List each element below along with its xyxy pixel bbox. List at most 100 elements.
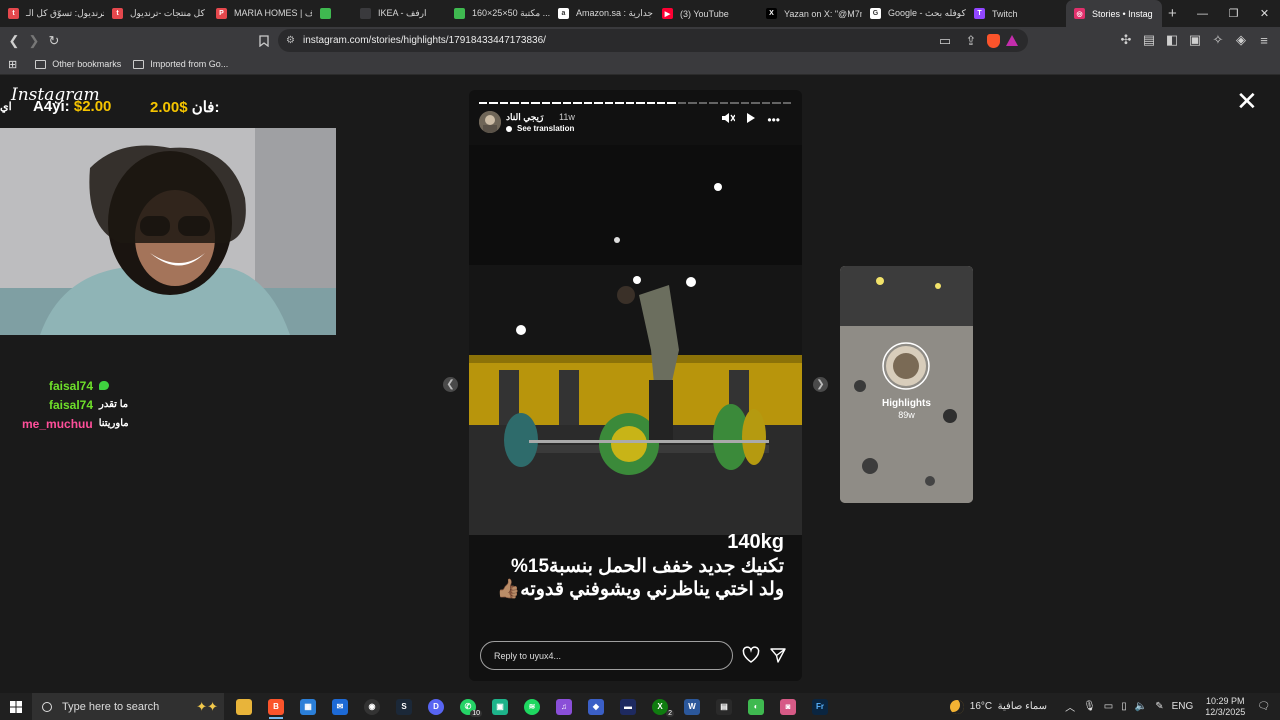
like-heart-icon[interactable]	[742, 646, 760, 664]
battery-icon[interactable]: ▯	[1121, 701, 1127, 712]
browser-tab[interactable]: T Twitch	[966, 0, 1066, 27]
avatar[interactable]	[479, 111, 501, 133]
microphone-icon[interactable]: 🎙	[1083, 701, 1096, 712]
whatsapp-icon[interactable]: ✆ 10	[452, 693, 484, 720]
bookmark-other[interactable]: Other bookmarks	[35, 59, 121, 69]
taskbar-search[interactable]: Type here to search ✦✦	[32, 693, 224, 720]
progress-segment	[573, 102, 582, 104]
obs-icon[interactable]: ◉	[356, 693, 388, 720]
app-icon[interactable]: ▣	[484, 693, 516, 720]
brave-browser-icon[interactable]: B	[260, 693, 292, 720]
notifications-icon[interactable]: 🗨	[1257, 701, 1270, 712]
brave-rewards-icon[interactable]	[1006, 35, 1018, 46]
reload-icon[interactable]: ↻	[44, 31, 64, 51]
browser-tab[interactable]: ◎ Stories • Instag ✕	[1066, 0, 1162, 27]
mute-icon[interactable]	[721, 112, 736, 127]
discord-icon[interactable]: D	[420, 693, 452, 720]
chevron-up-icon[interactable]: ︿	[1065, 699, 1075, 714]
menu-icon[interactable]: ≡	[1254, 30, 1274, 50]
windows-start-icon[interactable]	[0, 693, 32, 720]
new-tab-icon[interactable]: +	[1168, 5, 1177, 22]
story-username[interactable]: رَيجي الناد	[506, 112, 543, 123]
app-icon[interactable]: ▬	[612, 693, 644, 720]
spotify-icon[interactable]: ≋	[516, 693, 548, 720]
close-tab-icon[interactable]: ✕	[1161, 8, 1162, 19]
media-icon[interactable]: ▤	[1139, 30, 1159, 50]
language-indicator[interactable]: ENG	[1172, 701, 1194, 712]
cast-icon[interactable]: ▭	[935, 31, 955, 51]
browser-tab[interactable]: t كل منتجات -ترنديول	[104, 0, 208, 27]
story-viewer[interactable]: رَيجي الناد 11w See translation ••• 140k…	[469, 90, 802, 681]
app-icon[interactable]: ♫	[548, 693, 580, 720]
next-story-icon[interactable]: ❯	[813, 377, 828, 392]
browser-tab[interactable]: P MARIA HOMES | فرف	[208, 0, 312, 27]
forward-icon[interactable]: ❯	[24, 31, 44, 51]
browser-tab[interactable]: a Amazon.sa : جدارية	[550, 0, 654, 27]
see-translation-link[interactable]: See translation	[506, 124, 574, 133]
bookmark-label: Imported from Go...	[150, 59, 229, 69]
apps-grid-icon[interactable]: ⊞	[8, 58, 17, 71]
instagram-logo[interactable]: Instagram	[11, 85, 100, 105]
leo-ai-icon[interactable]: ✧	[1208, 30, 1228, 50]
app-icon[interactable]: ◆	[580, 693, 612, 720]
tab-label: Yazan on X: "@M7m	[784, 8, 862, 19]
site-info-icon[interactable]: ⚙	[286, 35, 295, 46]
reply-input[interactable]: Reply to uyux4...	[480, 641, 733, 670]
progress-segment	[719, 102, 729, 104]
extensions-icon[interactable]: ✣	[1116, 30, 1136, 50]
weather-widget[interactable]: 16°C سماء صافية	[949, 699, 1047, 714]
browser-tab[interactable]: X Yazan on X: "@M7m	[758, 0, 862, 27]
network-icon[interactable]: ▭	[1104, 701, 1113, 712]
bookmark-icon[interactable]	[254, 31, 274, 51]
tab-favicon-icon: T	[974, 8, 985, 19]
steam-icon[interactable]: S	[388, 693, 420, 720]
copilot-sparkle-icon[interactable]: ✦✦	[196, 699, 218, 715]
browser-tab[interactable]: t ترنديول: تسوّق كل الـ	[0, 0, 104, 27]
browser-tab[interactable]	[312, 0, 352, 27]
browser-tab[interactable]: ▶ (3) YouTube	[654, 0, 758, 27]
story-controls: •••	[721, 112, 780, 127]
address-bar[interactable]: ⚙ instagram.com/stories/highlights/17918…	[278, 29, 1028, 52]
more-options-icon[interactable]: •••	[767, 113, 780, 127]
mail-icon[interactable]: ✉	[324, 693, 356, 720]
fresco-icon[interactable]: Fr	[804, 693, 836, 720]
window-controls: — ❐ ✕	[1187, 0, 1280, 27]
story-media[interactable]	[469, 145, 802, 535]
bookmarks-bar: ⊞ Other bookmarks Imported from Go...	[0, 54, 1280, 75]
donation-edge-text: اي	[0, 101, 12, 113]
app-icon[interactable]: ◙	[772, 693, 804, 720]
sidebar-icon[interactable]: ◧	[1162, 30, 1182, 50]
xbox-icon[interactable]: X2	[644, 693, 676, 720]
minimize-icon[interactable]: —	[1187, 8, 1218, 20]
previous-story-icon[interactable]: ❮	[443, 377, 458, 392]
close-stories-icon[interactable]: ✕	[1236, 88, 1258, 114]
play-icon[interactable]	[746, 112, 756, 127]
bookmark-imported[interactable]: Imported from Go...	[133, 59, 228, 69]
next-highlight-preview[interactable]: Highlights 89w	[840, 266, 973, 503]
store-icon[interactable]: ▦	[292, 693, 324, 720]
back-icon[interactable]: ❮	[4, 31, 24, 51]
pen-icon[interactable]: ✎	[1155, 701, 1163, 712]
send-icon[interactable]	[769, 646, 787, 664]
brave-shields-icon[interactable]	[987, 33, 1000, 48]
word-icon[interactable]: W	[676, 693, 708, 720]
close-window-icon[interactable]: ✕	[1249, 7, 1280, 20]
wallet-icon[interactable]: ▣	[1185, 30, 1205, 50]
tab-label: MARIA HOMES | فرف	[234, 8, 312, 18]
browser-tab[interactable]: مكتبة 50×25×160 ...	[446, 0, 550, 27]
file-explorer-icon[interactable]	[228, 693, 260, 720]
browser-tab[interactable]: IKEA - ارفف	[352, 0, 446, 27]
clock[interactable]: 10:29 PM 12/3/2025	[1205, 696, 1245, 718]
vpn-icon[interactable]: ◈	[1231, 30, 1251, 50]
chat-text: ماوريتنا	[98, 418, 129, 429]
restore-icon[interactable]: ❐	[1218, 7, 1249, 20]
volume-icon[interactable]: 🔈	[1135, 701, 1147, 712]
share-icon[interactable]: ⇪	[961, 31, 981, 51]
progress-segment	[740, 102, 750, 104]
progress-segment	[677, 102, 687, 104]
browser-tab[interactable]: G Google - كوفله بحث	[862, 0, 966, 27]
caption-line: ولد اختي يناظرني ويشوفني قدوته👍🏽	[496, 579, 784, 600]
search-icon	[42, 701, 52, 712]
app-icon[interactable]: ◐	[740, 693, 772, 720]
app-icon[interactable]: ▤	[708, 693, 740, 720]
